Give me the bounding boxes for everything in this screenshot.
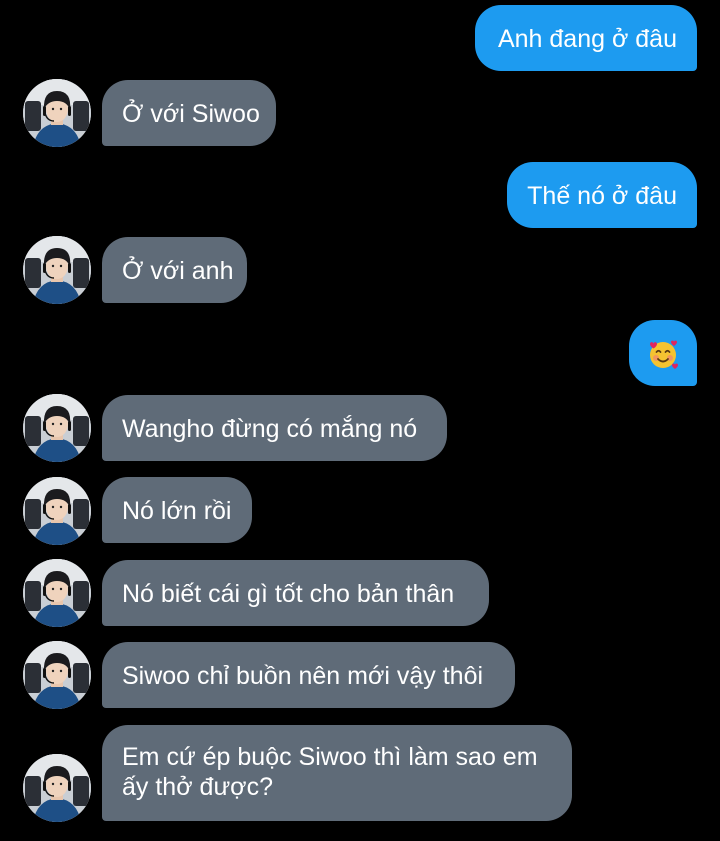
message-bubble-incoming[interactable]: Ở với anh (102, 237, 247, 303)
message-bubble-incoming[interactable]: Siwoo chỉ buồn nên mới vậy thôi (102, 642, 515, 708)
avatar[interactable] (23, 477, 91, 545)
user-avatar-icon (23, 559, 91, 627)
avatar[interactable] (23, 754, 91, 822)
message-text: Thế nó ở đâu (527, 182, 677, 210)
message-text: Nó biết cái gì tốt cho bản thân (122, 580, 455, 608)
avatar[interactable] (23, 559, 91, 627)
message-text: Em cứ ép buộc Siwoo thì làm sao em ấy th… (122, 743, 538, 801)
smiling-face-with-hearts-icon (650, 340, 678, 369)
message-bubble-outgoing[interactable]: Anh đang ở đâu (475, 5, 697, 71)
avatar[interactable] (23, 394, 91, 462)
message-bubble-incoming[interactable]: Ở với Siwoo (102, 80, 276, 146)
user-avatar-icon (23, 79, 91, 147)
avatar[interactable] (23, 641, 91, 709)
message-text: Siwoo chỉ buồn nên mới vậy thôi (122, 662, 484, 690)
user-avatar-icon (23, 477, 91, 545)
message-bubble-outgoing[interactable] (629, 320, 697, 386)
avatar[interactable] (23, 236, 91, 304)
user-avatar-icon (23, 236, 91, 304)
user-avatar-icon (23, 641, 91, 709)
user-avatar-icon (23, 754, 91, 822)
message-bubble-incoming[interactable]: Wangho đừng có mắng nó (102, 395, 447, 461)
message-bubble-outgoing[interactable]: Thế nó ở đâu (507, 162, 697, 228)
message-text: Nó lớn rồi (122, 497, 232, 525)
message-bubble-incoming[interactable]: Nó biết cái gì tốt cho bản thân (102, 560, 489, 626)
user-avatar-icon (23, 394, 91, 462)
message-text: Anh đang ở đâu (497, 25, 677, 53)
avatar[interactable] (23, 79, 91, 147)
message-bubble-incoming[interactable]: Em cứ ép buộc Siwoo thì làm sao em ấy th… (102, 725, 572, 821)
message-bubble-incoming[interactable]: Nó lớn rồi (102, 477, 252, 543)
message-text: Wangho đừng có mắng nó (122, 415, 418, 443)
message-text: Ở với anh (122, 257, 234, 285)
message-text: Ở với Siwoo (122, 100, 260, 128)
